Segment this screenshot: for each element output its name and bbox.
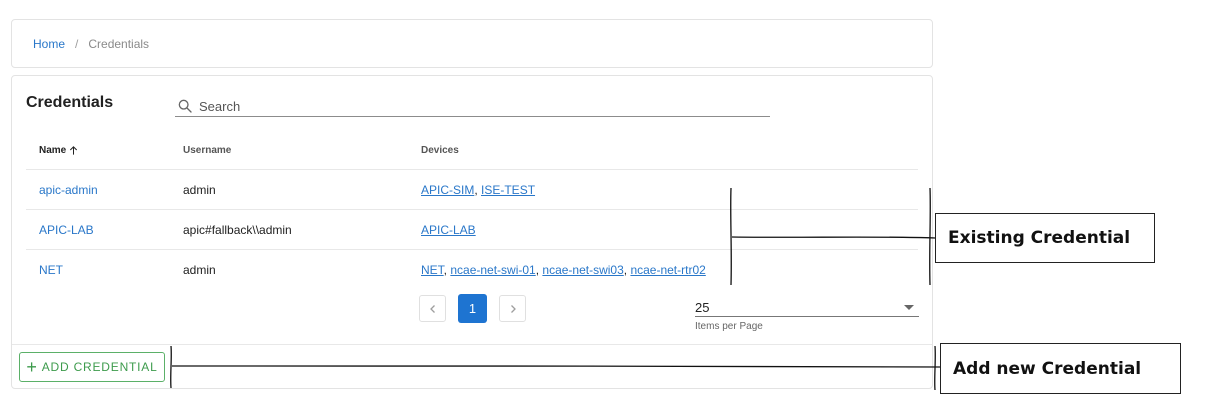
annotation-existing-credential: Existing Credential xyxy=(935,213,1155,263)
annotation-add-new-credential: Add new Credential xyxy=(940,343,1181,394)
